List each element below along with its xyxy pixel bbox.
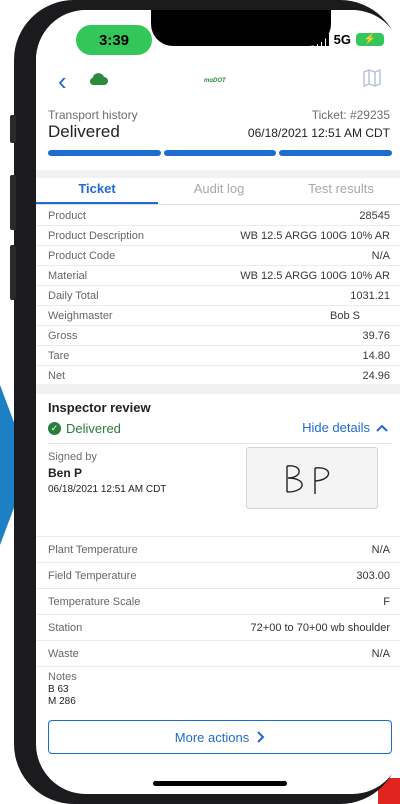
row-label: Plant Temperature bbox=[48, 543, 138, 556]
row-value: N/A bbox=[371, 543, 390, 556]
ticket-details-list: Product 28545 Product Description WB 12.5 … bbox=[36, 206, 400, 386]
progress-step bbox=[279, 150, 393, 156]
list-item: Daily Total 1031.21 bbox=[36, 286, 400, 306]
inspector-status-label: Delivered bbox=[66, 421, 121, 436]
row-value: WB 12.5 ARGG 100G 10% AR bbox=[240, 229, 390, 242]
list-item: Net 24.96 bbox=[36, 366, 400, 386]
list-item: Gross 39.76 bbox=[36, 326, 400, 346]
nav-bar: ‹ moDOT bbox=[36, 60, 400, 107]
status-time: 3:39 bbox=[98, 31, 130, 49]
divider bbox=[48, 443, 392, 444]
row-label: Field Temperature bbox=[48, 569, 137, 582]
row-label: Material bbox=[48, 269, 88, 282]
cloud-sync-icon bbox=[88, 72, 108, 91]
row-label: Gross bbox=[48, 329, 78, 342]
signed-date: 06/18/2021 12:51 AM CDT bbox=[48, 484, 167, 495]
phone-frame: 3:39 5G ⚡ ‹ moDOT Transport history Deli… bbox=[10, 0, 400, 804]
notes-label: Notes bbox=[48, 671, 77, 683]
list-item: Station 72+00 to 70+00 wb shoulder bbox=[36, 614, 400, 640]
row-value: Bob S bbox=[330, 309, 360, 322]
signature-box bbox=[246, 447, 378, 509]
row-value: N/A bbox=[371, 249, 390, 262]
section-label: Transport history bbox=[48, 108, 138, 122]
row-label: Daily Total bbox=[48, 289, 99, 302]
list-item: Material WB 12.5 ARGG 100G 10% AR bbox=[36, 266, 400, 286]
progress-step bbox=[48, 150, 161, 156]
more-actions-button[interactable]: More actions bbox=[48, 720, 392, 754]
list-item: Temperature Scale F bbox=[36, 588, 400, 614]
list-item: Waste N/A bbox=[36, 640, 400, 667]
battery-charging-icon: ⚡ bbox=[356, 33, 384, 46]
back-chevron-icon[interactable]: ‹ bbox=[58, 68, 67, 94]
progress-step bbox=[163, 150, 277, 156]
ticket-date: 06/18/2021 12:51 AM CDT bbox=[247, 126, 390, 140]
section-divider bbox=[36, 170, 400, 178]
row-value: 28545 bbox=[359, 209, 390, 222]
row-value: 72+00 to 70+00 wb shoulder bbox=[250, 621, 390, 634]
map-icon[interactable] bbox=[362, 68, 382, 93]
notch bbox=[151, 10, 331, 46]
delivery-progress-bar bbox=[48, 150, 393, 156]
row-label: Product Description bbox=[48, 229, 144, 242]
row-label: Product bbox=[48, 209, 86, 222]
inspector-status: ✓ Delivered bbox=[48, 421, 121, 436]
tab-test-results[interactable]: Test results bbox=[280, 178, 400, 204]
chevron-right-icon bbox=[257, 731, 265, 743]
signature-image bbox=[286, 465, 330, 494]
row-value: 39.76 bbox=[362, 329, 390, 342]
list-item: Weighmaster Bob S bbox=[36, 306, 400, 326]
network-label: 5G bbox=[333, 32, 351, 47]
status-indicators: 5G ⚡ bbox=[313, 32, 384, 47]
row-value: F bbox=[383, 595, 390, 608]
inspection-details-list: Plant Temperature N/A Field Temperature 30… bbox=[36, 536, 400, 667]
ticket-number: Ticket: #29235 bbox=[311, 108, 390, 122]
row-value: WB 12.5 ARGG 100G 10% AR bbox=[240, 269, 390, 282]
side-button bbox=[10, 175, 16, 230]
side-button bbox=[10, 245, 16, 300]
row-label: Tare bbox=[48, 349, 70, 362]
list-item: Field Temperature 303.00 bbox=[36, 562, 400, 588]
notes-line: B 63 bbox=[48, 684, 69, 695]
signed-by-label: Signed by bbox=[48, 451, 97, 463]
row-value: 303.00 bbox=[356, 569, 390, 582]
more-actions-label: More actions bbox=[174, 729, 250, 745]
list-item: Plant Temperature N/A bbox=[36, 536, 400, 562]
hide-details-label: Hide details bbox=[302, 420, 370, 435]
side-button bbox=[10, 115, 16, 143]
row-label: Waste bbox=[48, 647, 79, 660]
row-label: Product Code bbox=[48, 249, 116, 262]
hide-details-toggle[interactable]: Hide details bbox=[302, 420, 388, 435]
section-divider bbox=[36, 384, 400, 394]
list-item: Product Code N/A bbox=[36, 246, 400, 266]
tab-bar: Ticket Audit log Test results bbox=[36, 178, 400, 205]
app-screen: 3:39 5G ⚡ ‹ moDOT Transport history Deli… bbox=[36, 10, 400, 794]
row-label: Weighmaster bbox=[48, 309, 113, 322]
status-bar: 3:39 5G ⚡ bbox=[36, 10, 400, 60]
row-value: 24.96 bbox=[362, 369, 390, 382]
check-circle-icon: ✓ bbox=[48, 422, 61, 435]
list-item: Product Description WB 12.5 ARGG 100G 10%… bbox=[36, 226, 400, 246]
list-item: Tare 14.80 bbox=[36, 346, 400, 366]
delivery-status: Delivered bbox=[48, 122, 120, 141]
tab-audit-log[interactable]: Audit log bbox=[158, 178, 280, 204]
row-value: 14.80 bbox=[362, 349, 390, 362]
tab-ticket[interactable]: Ticket bbox=[36, 178, 158, 204]
notes-line: M 286 bbox=[48, 696, 76, 707]
app-logo: moDOT bbox=[204, 78, 226, 84]
row-label: Net bbox=[48, 369, 66, 382]
row-label: Station bbox=[48, 621, 83, 634]
chevron-up-icon bbox=[376, 424, 388, 432]
signal-icon bbox=[313, 33, 329, 46]
row-label: Temperature Scale bbox=[48, 595, 141, 608]
row-value: 1031.21 bbox=[350, 289, 390, 302]
row-value: N/A bbox=[371, 647, 390, 660]
home-indicator[interactable] bbox=[153, 781, 287, 786]
time-pill: 3:39 bbox=[76, 25, 152, 55]
inspector-review-title: Inspector review bbox=[48, 400, 151, 415]
signed-by-name: Ben P bbox=[48, 466, 83, 480]
list-item: Product 28545 bbox=[36, 206, 400, 226]
